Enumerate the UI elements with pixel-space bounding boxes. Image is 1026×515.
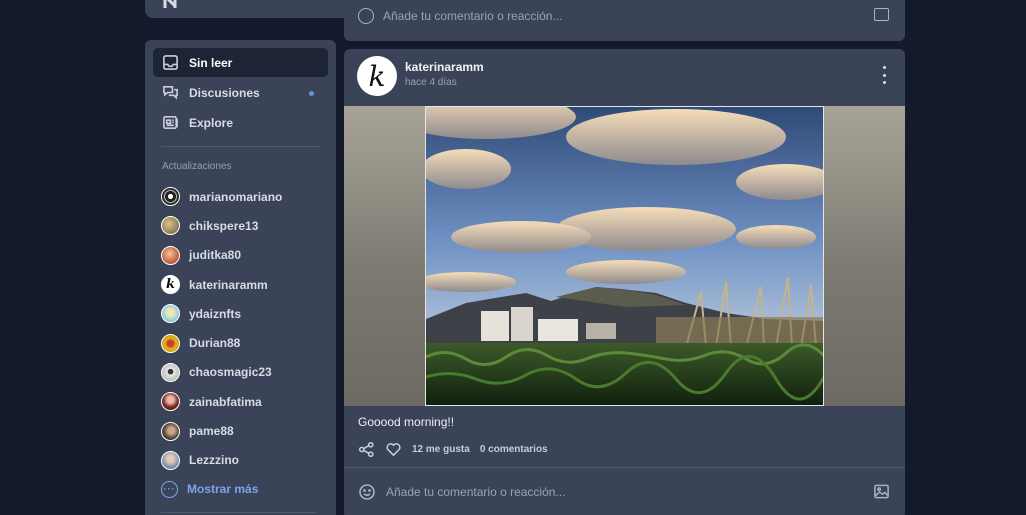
comment-placeholder: Añade tu comentario o reacción...	[383, 9, 563, 23]
post-card: k katerinaramm hace 4 días Gooood mornin…	[344, 49, 905, 515]
avatar	[161, 392, 180, 412]
nav-explore[interactable]: Explore	[153, 108, 328, 137]
likes-count[interactable]: 12 me gusta	[412, 444, 470, 455]
post-author-avatar[interactable]: k	[357, 56, 397, 96]
sidebar-user-lezzzino[interactable]: Lezzzino	[153, 446, 328, 475]
post-media[interactable]	[344, 106, 905, 406]
user-name: zainabfatima	[189, 394, 262, 409]
user-name: katerinaramm	[189, 277, 268, 292]
sidebar-user-juditka80[interactable]: juditka80	[153, 241, 328, 270]
avatar	[161, 304, 180, 324]
divider	[344, 467, 905, 468]
post-author-name[interactable]: katerinaramm	[405, 60, 484, 74]
unread-dot	[309, 91, 314, 96]
user-name: Durian88	[189, 336, 241, 351]
avatar	[161, 421, 180, 441]
image-upload-icon[interactable]	[873, 483, 890, 500]
user-name: chikspere13	[189, 218, 259, 233]
more-options-icon[interactable]	[879, 66, 889, 84]
sidebar-user-durian88[interactable]: Durian88	[153, 328, 328, 357]
more-dots-icon: ···	[161, 480, 178, 498]
previous-comment-input[interactable]: Añade tu comentario o reacción...	[358, 8, 562, 24]
newspaper-icon	[162, 114, 179, 131]
inbox-icon	[162, 54, 179, 71]
post-photo[interactable]	[425, 106, 824, 406]
avatar	[161, 333, 180, 353]
post-actions: 12 me gusta 0 comentarios	[358, 441, 548, 458]
app-logo-icon[interactable]	[162, 0, 182, 10]
avatar	[161, 245, 180, 265]
heart-icon[interactable]	[385, 441, 402, 458]
sidebar-user-zainabfatima[interactable]: zainabfatima	[153, 387, 328, 416]
user-name: ydaiznfts	[189, 306, 242, 321]
divider	[161, 512, 316, 513]
comment-input[interactable]: Añade tu comentario o reacción...	[358, 483, 565, 501]
emoji-icon[interactable]	[358, 8, 374, 24]
nav-label: Explore	[189, 115, 234, 130]
sidebar-user-marianomariano[interactable]: marianomariano	[153, 182, 328, 211]
comment-placeholder: Añade tu comentario o reacción...	[386, 485, 566, 499]
previous-post-card: Añade tu comentario o reacción...	[344, 0, 905, 41]
emoji-icon[interactable]	[358, 483, 376, 501]
avatar: k	[161, 275, 180, 295]
updates-section-title: Actualizaciones	[162, 161, 232, 172]
user-name: marianomariano	[189, 189, 283, 204]
show-more-label: Mostrar más	[187, 482, 259, 497]
sidebar-user-chikspere13[interactable]: chikspere13	[153, 211, 328, 240]
avatar	[161, 187, 180, 207]
nav-label: Discusiones	[189, 85, 260, 100]
sidebar-user-pame88[interactable]: pame88	[153, 416, 328, 445]
avatar	[161, 216, 180, 236]
avatar	[161, 362, 180, 382]
nav-label: Sin leer	[189, 55, 233, 70]
image-upload-icon[interactable]	[874, 8, 889, 21]
sidebar-user-chaosmagic23[interactable]: chaosmagic23	[153, 358, 328, 387]
share-icon[interactable]	[358, 441, 375, 458]
landscape-image	[426, 107, 823, 405]
user-name: pame88	[189, 424, 234, 439]
avatar	[161, 450, 180, 470]
chat-bubbles-icon	[162, 84, 179, 101]
post-timestamp[interactable]: hace 4 días	[405, 77, 457, 88]
comments-count[interactable]: 0 comentarios	[480, 444, 548, 455]
nav-unread[interactable]: Sin leer	[153, 48, 328, 77]
show-more-button[interactable]: ··· Mostrar más	[153, 475, 328, 504]
nav-discussions[interactable]: Discusiones	[153, 78, 328, 107]
user-name: chaosmagic23	[189, 365, 272, 380]
divider	[161, 146, 320, 147]
post-text: Gooood morning!!	[358, 415, 455, 429]
user-name: Lezzzino	[189, 453, 239, 468]
user-name: juditka80	[189, 248, 242, 263]
sidebar-user-katerinaramm[interactable]: k katerinaramm	[153, 270, 328, 299]
sidebar: Sin leer Discusiones Explore Actualizaci…	[145, 40, 336, 515]
sidebar-user-ydaiznfts[interactable]: ydaiznfts	[153, 299, 328, 328]
